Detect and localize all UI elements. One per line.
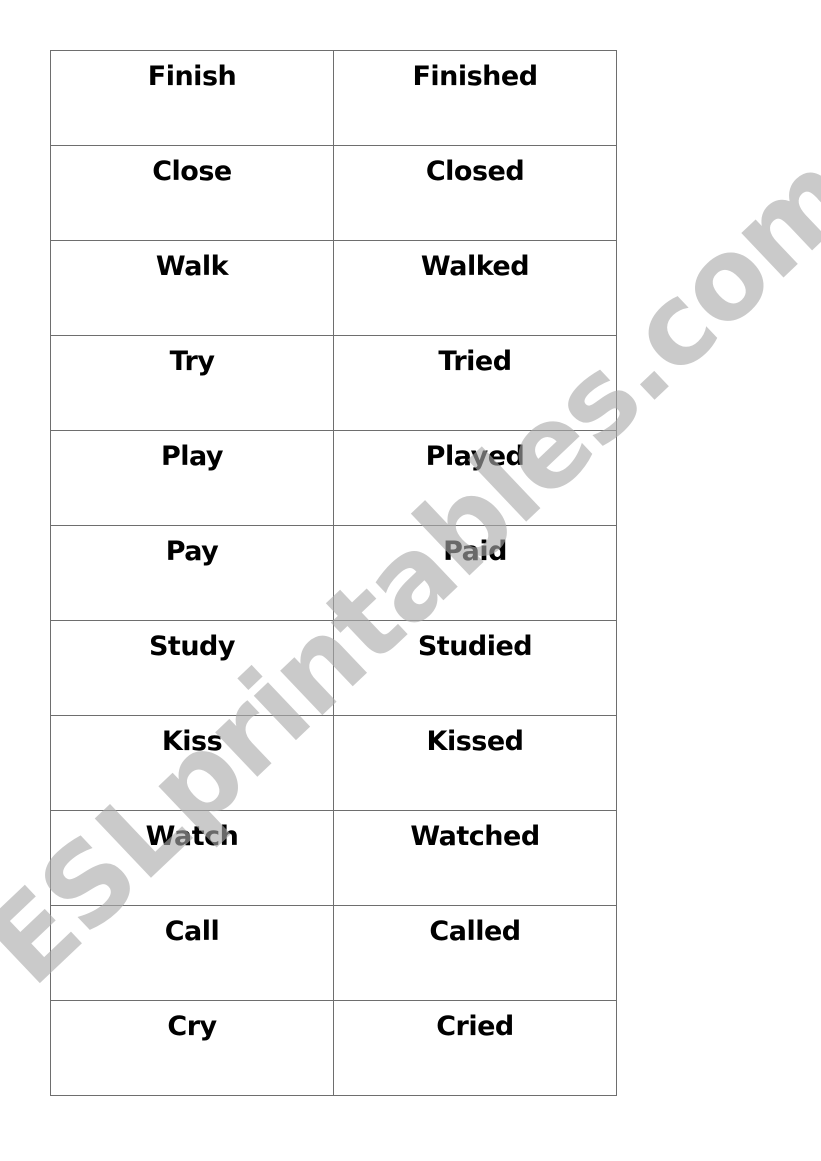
past-verb: Kissed bbox=[426, 726, 524, 757]
past-verb: Played bbox=[425, 441, 525, 472]
verb-table: Finish Finished Close Closed Walk Walked Tr… bbox=[50, 50, 617, 1096]
past-verb-cell: Tried bbox=[333, 335, 617, 431]
past-verb-cell: Called bbox=[333, 905, 617, 1001]
past-verb: Watched bbox=[410, 821, 540, 852]
past-verb-cell: Walked bbox=[333, 240, 617, 336]
base-verb-cell: Finish bbox=[50, 50, 334, 146]
base-verb-cell: Walk bbox=[50, 240, 334, 336]
base-verb: Walk bbox=[155, 251, 229, 282]
past-verb-cell: Watched bbox=[333, 810, 617, 906]
base-verb-cell: Call bbox=[50, 905, 334, 1001]
verb-table-body: Finish Finished Close Closed Walk Walked Tr… bbox=[50, 50, 617, 1096]
table-row: Play Played bbox=[50, 430, 617, 526]
past-verb: Closed bbox=[425, 156, 525, 187]
past-verb: Tried bbox=[438, 346, 512, 377]
base-verb: Kiss bbox=[161, 726, 223, 757]
table-row: Finish Finished bbox=[50, 50, 617, 146]
base-verb: Watch bbox=[145, 821, 239, 852]
document-page: Finish Finished Close Closed Walk Walked Tr… bbox=[0, 0, 821, 1161]
past-verb-cell: Played bbox=[333, 430, 617, 526]
base-verb: Finish bbox=[147, 61, 237, 92]
past-verb: Called bbox=[429, 916, 521, 947]
base-verb: Cry bbox=[167, 1011, 217, 1042]
base-verb: Study bbox=[148, 631, 236, 662]
past-verb-cell: Kissed bbox=[333, 715, 617, 811]
table-row: Walk Walked bbox=[50, 240, 617, 336]
table-row: Close Closed bbox=[50, 145, 617, 241]
table-row: Try Tried bbox=[50, 335, 617, 431]
base-verb-cell: Kiss bbox=[50, 715, 334, 811]
table-row: Cry Cried bbox=[50, 1000, 617, 1096]
past-verb: Studied bbox=[417, 631, 533, 662]
table-row: Call Called bbox=[50, 905, 617, 1001]
table-row: Pay Paid bbox=[50, 525, 617, 621]
base-verb-cell: Pay bbox=[50, 525, 334, 621]
base-verb-cell: Try bbox=[50, 335, 334, 431]
past-verb-cell: Paid bbox=[333, 525, 617, 621]
base-verb: Pay bbox=[165, 536, 219, 567]
past-verb-cell: Studied bbox=[333, 620, 617, 716]
base-verb-cell: Close bbox=[50, 145, 334, 241]
base-verb: Play bbox=[160, 441, 224, 472]
past-verb: Cried bbox=[436, 1011, 514, 1042]
base-verb: Close bbox=[152, 156, 232, 187]
past-verb-cell: Finished bbox=[333, 50, 617, 146]
base-verb-cell: Play bbox=[50, 430, 334, 526]
base-verb: Call bbox=[164, 916, 220, 947]
past-verb: Finished bbox=[412, 61, 538, 92]
base-verb-cell: Cry bbox=[50, 1000, 334, 1096]
past-verb-cell: Closed bbox=[333, 145, 617, 241]
table-row: Kiss Kissed bbox=[50, 715, 617, 811]
past-verb: Paid bbox=[443, 536, 507, 567]
base-verb-cell: Watch bbox=[50, 810, 334, 906]
table-row: Study Studied bbox=[50, 620, 617, 716]
past-verb-cell: Cried bbox=[333, 1000, 617, 1096]
base-verb: Try bbox=[169, 346, 215, 377]
past-verb: Walked bbox=[420, 251, 530, 282]
base-verb-cell: Study bbox=[50, 620, 334, 716]
table-row: Watch Watched bbox=[50, 810, 617, 906]
